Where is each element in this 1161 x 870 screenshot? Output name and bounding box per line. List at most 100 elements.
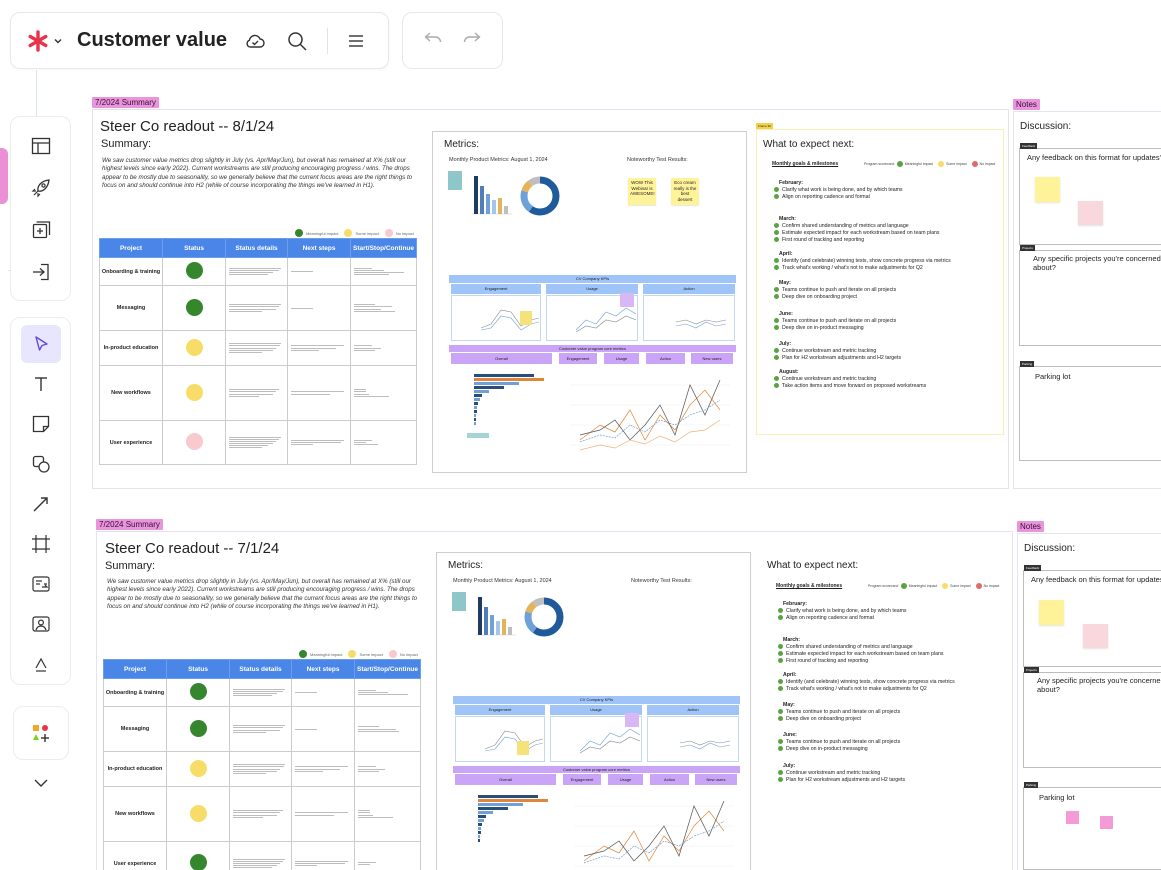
status-dot <box>185 383 203 401</box>
col-header: Status details <box>229 659 292 679</box>
sticky-note-icon[interactable] <box>21 405 61 443</box>
note-question: Parking lot <box>1039 793 1075 802</box>
table-row: New workflows <box>99 365 417 421</box>
note-card-tag: Projects <box>1024 667 1039 673</box>
apps-icon[interactable] <box>12 706 69 761</box>
cv-heading: Usage <box>604 353 639 364</box>
cloud-check-icon[interactable] <box>243 29 267 53</box>
undo-icon[interactable] <box>422 27 444 54</box>
milestone-item: Identify (and celebrate) winning tests, … <box>778 679 955 685</box>
kpi-line-charts <box>484 728 731 754</box>
col-header: Next steps <box>287 238 351 258</box>
kpi-note-sticky <box>517 741 529 755</box>
table-row: Onboarding & training <box>99 257 417 286</box>
monthly-metrics-caption: Monthly Product Metrics: August 1, 2024 <box>453 578 552 584</box>
text-icon[interactable] <box>21 365 61 403</box>
frame-icon[interactable] <box>21 525 61 563</box>
table-row: In-product education <box>99 330 417 366</box>
legend-label: No impact <box>395 230 414 236</box>
notes-tag[interactable]: Notes <box>1013 99 1040 110</box>
col-header: Start/Stop/Continue <box>354 659 421 679</box>
metrics-heading: Metrics: <box>444 139 479 150</box>
rocket-icon[interactable] <box>21 168 61 208</box>
goals-label: Monthly goals & milestones <box>772 161 839 167</box>
metrics-donut-chart <box>524 597 564 637</box>
discussion-heading: Discussion: <box>1020 121 1072 132</box>
sticky-note[interactable] <box>1083 624 1108 648</box>
more-tools-icon[interactable] <box>21 645 61 683</box>
table-row: In-product education <box>103 751 421 787</box>
milestone-item: Estimate expected impact for each workst… <box>774 230 939 236</box>
metrics-bar-chart <box>476 597 516 636</box>
cv-heading: Usage <box>608 774 643 785</box>
import-icon[interactable] <box>21 252 61 292</box>
table-row: Messaging <box>103 706 421 752</box>
milestone-item: Align on reporting cadence and format <box>778 615 874 621</box>
milestone-item: First round of tracking and reporting <box>778 658 868 664</box>
sticky-note[interactable] <box>1035 177 1060 202</box>
discussion-heading: Discussion: <box>1024 543 1076 554</box>
project-name: New workflows <box>103 786 167 842</box>
scorecard-label: Program scorecard: <box>868 584 899 588</box>
sticky-note[interactable] <box>1066 811 1079 824</box>
milestone-item: Estimate expected impact for each workst… <box>778 651 943 657</box>
summary-label: Summary: <box>101 138 152 150</box>
menu-icon[interactable] <box>344 29 368 53</box>
scorecard-legend: Program scorecard: Meaningful impact Som… <box>868 583 1000 589</box>
status-table[interactable]: Project Status Status details Next steps… <box>99 238 417 465</box>
milestone-item: Continue workstream and metric tracking <box>774 348 876 354</box>
month-heading: May: <box>779 280 791 286</box>
project-name: Onboarding & training <box>103 678 167 707</box>
milestone-item: Continue workstream and metric tracking <box>778 770 880 776</box>
milestone-item: Identify (and celebrate) winning tests, … <box>774 258 951 264</box>
asterisk-logo-icon[interactable] <box>27 29 49 52</box>
metrics-bar-chart <box>472 176 512 215</box>
redo-icon[interactable] <box>461 27 483 54</box>
note-card-tag: Parking <box>1020 361 1035 367</box>
cv-heading: Overall <box>455 774 556 785</box>
summary-label: Summary: <box>105 560 156 572</box>
legend-label: Meaningful impact <box>310 651 343 657</box>
milestone-item: Teams continue to push and iterate on al… <box>774 287 896 293</box>
table-icon[interactable] <box>21 126 61 166</box>
frame-tag[interactable]: 7/2024 Summary <box>92 97 159 108</box>
milestone-item: Track what's working / what's not to mak… <box>778 686 927 692</box>
frame-tag[interactable]: 7/2024 Summary <box>96 519 163 530</box>
sticky-note[interactable] <box>1078 201 1103 225</box>
add-frame-icon[interactable] <box>21 210 61 250</box>
test-result-sticky[interactable]: Eco cream really is the best dessert <box>671 178 699 205</box>
month-heading: July: <box>779 341 792 347</box>
toolbar-divider <box>327 27 329 54</box>
search-icon[interactable] <box>285 29 309 53</box>
expect-heading: What to expect next: <box>763 139 855 150</box>
sticky-note[interactable] <box>1100 816 1113 829</box>
milestone-item: Continue workstream and metric tracking <box>774 376 876 382</box>
month-heading: June: <box>779 311 793 317</box>
notes-tag[interactable]: Notes <box>1017 521 1044 532</box>
line-icon[interactable] <box>21 485 61 523</box>
note-card-tag: Parking <box>1024 782 1039 788</box>
status-table[interactable]: Project Status Status details Next steps… <box>103 659 421 870</box>
cv-heading: Action <box>646 353 685 364</box>
summary-text: We saw customer value metrics drop sligh… <box>102 157 413 190</box>
milestone-item: Plan for H2 workstream adjustments and H… <box>778 777 905 783</box>
status-dot <box>185 433 203 450</box>
project-name: New workflows <box>99 365 163 421</box>
chevron-down-icon[interactable] <box>53 36 63 46</box>
test-result-sticky[interactable]: WOW This Webinar is AWESOME! <box>628 178 656 205</box>
sticky-note[interactable] <box>1039 600 1064 625</box>
project-name: User experience <box>103 841 167 870</box>
expect-card[interactable] <box>756 129 1004 435</box>
month-heading: March: <box>783 637 801 643</box>
pointer-icon[interactable] <box>20 325 61 363</box>
shapes-icon[interactable] <box>21 445 61 483</box>
milestone-item: Teams continue to push and iterate on al… <box>778 709 900 715</box>
milestone-item: Deep dive on onboarding project <box>774 294 857 300</box>
chevron-down-icon[interactable] <box>21 763 61 802</box>
board-title[interactable]: Customer value <box>77 29 227 52</box>
image-icon[interactable] <box>21 605 61 643</box>
note-question: Any specific projects you're concerned a… <box>1033 254 1161 272</box>
milestone-item: Confirm shared understanding of metrics … <box>774 223 909 229</box>
convert-icon[interactable] <box>21 565 61 603</box>
status-dot <box>189 719 207 737</box>
